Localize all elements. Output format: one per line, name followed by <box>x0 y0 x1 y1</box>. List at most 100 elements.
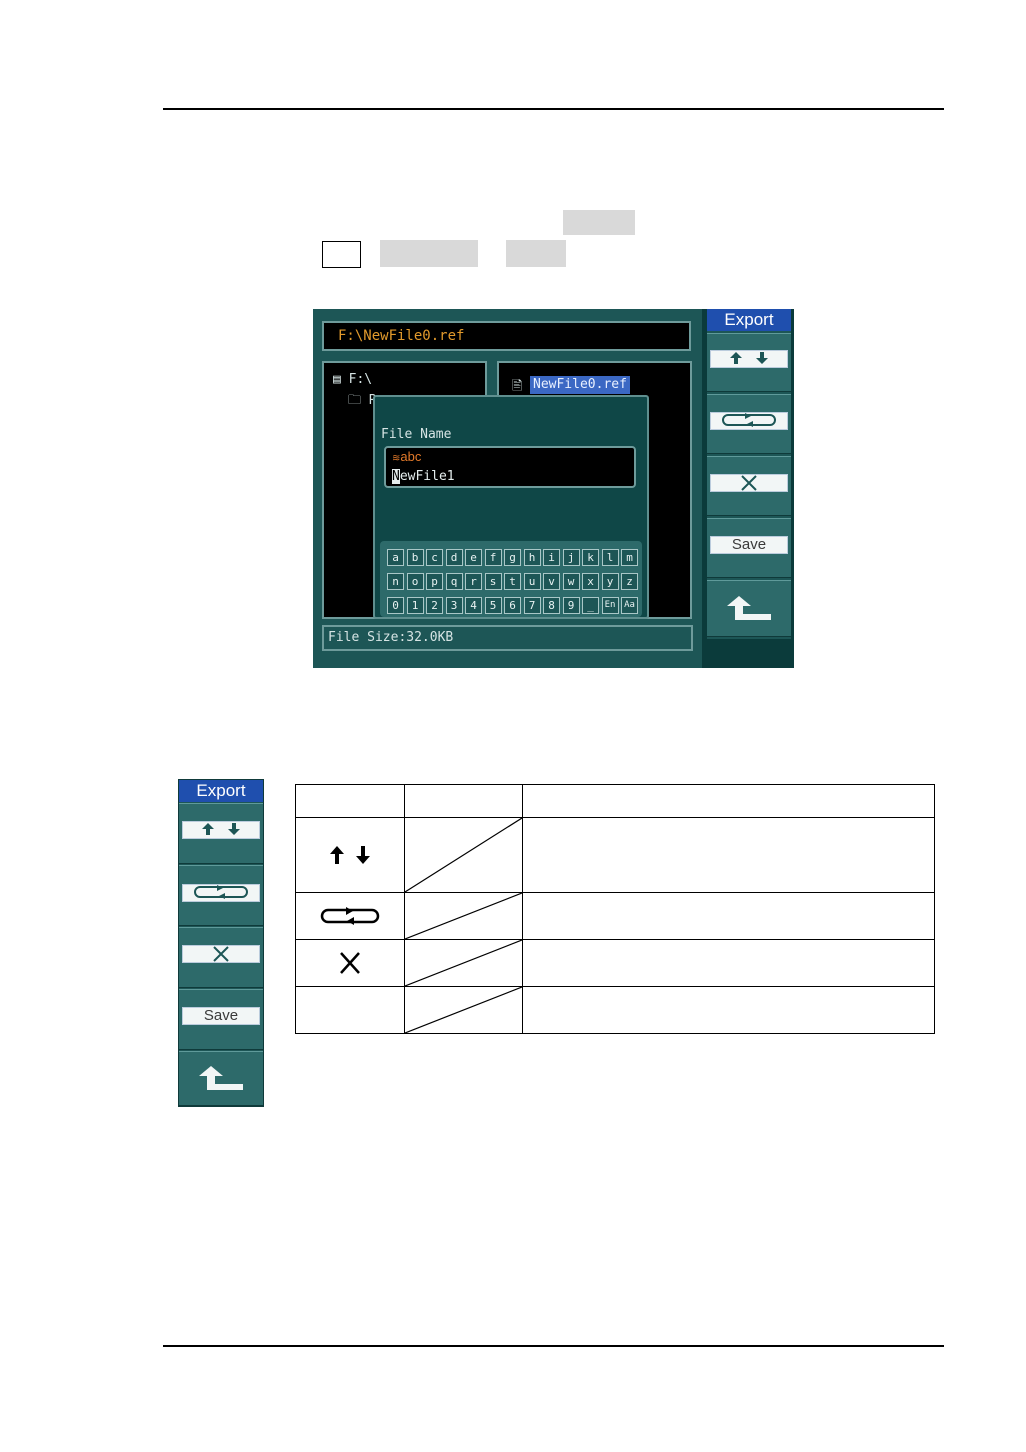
softkey-placeholder-3 <box>506 240 566 267</box>
switch-icon <box>194 885 248 899</box>
table-row <box>295 817 935 893</box>
setting-cell <box>404 939 523 987</box>
keyboard-key[interactable]: 4 <box>465 597 482 614</box>
keyboard-key[interactable]: p <box>426 573 443 590</box>
side-slot-4[interactable]: Save <box>179 989 263 1050</box>
side-save-button[interactable]: Save <box>182 1007 260 1025</box>
comment-cell <box>522 817 935 893</box>
keyboard-key[interactable]: 2 <box>426 597 443 614</box>
header-setting <box>404 784 523 818</box>
keyboard-key[interactable]: k <box>582 549 599 566</box>
keyboard-key[interactable]: z <box>621 573 638 590</box>
option-cell <box>295 817 405 893</box>
keyboard-key[interactable]: y <box>601 573 619 590</box>
keyboard-key[interactable]: e <box>465 549 482 566</box>
keyboard-key[interactable]: s <box>484 573 502 590</box>
keyboard-key[interactable]: d <box>445 549 463 566</box>
diagonal-line <box>405 818 522 892</box>
dialog-title: File Name <box>381 427 452 442</box>
up-down-arrows-icon <box>730 352 768 364</box>
keyboard-key[interactable]: l <box>601 549 619 566</box>
comment-cell <box>522 939 935 987</box>
side-slot-1[interactable] <box>179 803 263 864</box>
up-down-button[interactable] <box>710 350 788 368</box>
keyboard-key[interactable]: t <box>504 573 521 590</box>
keyboard-key[interactable]: 5 <box>484 597 502 614</box>
keyboard-key[interactable]: 3 <box>445 597 463 614</box>
input-mode-indicator: ≋abc <box>392 449 422 464</box>
keyboard-key[interactable]: x <box>582 573 599 590</box>
keyboard-key[interactable]: Aa <box>621 597 638 614</box>
tree-root-label: F:\ <box>348 372 373 387</box>
softkey-placeholder-2 <box>380 240 478 267</box>
footer-rule <box>163 1345 944 1347</box>
keyboard-key[interactable]: w <box>562 573 580 590</box>
switch-button[interactable] <box>710 412 788 430</box>
side-slot-5[interactable] <box>179 1051 263 1106</box>
keyboard-key[interactable]: _ <box>582 597 599 614</box>
keyboard-key[interactable]: m <box>621 549 638 566</box>
delete-button[interactable] <box>710 474 788 492</box>
menu-slot-3[interactable] <box>707 456 791 516</box>
keyboard-key[interactable]: i <box>543 549 560 566</box>
save-button[interactable]: Save <box>710 536 788 554</box>
keyboard-row-1: abcdefghijklm <box>387 549 641 566</box>
option-cell <box>295 986 405 1034</box>
selected-file[interactable]: NewFile0.ref <box>530 376 630 394</box>
path-bar: F:\NewFile0.ref <box>322 321 691 351</box>
table-row <box>295 892 935 940</box>
oscilloscope-screen: F:\NewFile0.ref ▤ F:\ 🗀 R 🖹 NewFile0.ref… <box>313 309 794 668</box>
side-up-down-button[interactable] <box>182 821 260 839</box>
keyboard-key[interactable]: o <box>406 573 424 590</box>
return-arrow-icon[interactable] <box>727 595 771 622</box>
diagonal-line <box>405 893 522 939</box>
diagonal-line <box>405 940 522 986</box>
diagonal-line <box>405 987 522 1033</box>
keyboard-key[interactable]: b <box>406 549 424 566</box>
file-size-bar: File Size:32.0KB <box>322 625 693 651</box>
keyboard-key[interactable]: q <box>445 573 463 590</box>
switch-icon <box>320 907 380 925</box>
setting-cell <box>404 817 523 893</box>
keyboard-key[interactable]: En <box>601 597 619 614</box>
table-row <box>295 986 935 1034</box>
folder-icon: 🗀 <box>348 393 362 408</box>
export-side-menu: Export Save <box>178 779 264 1107</box>
keyboard-key[interactable]: v <box>543 573 560 590</box>
setting-cell <box>404 892 523 940</box>
keyboard-row-3: 0 1 2 3 4 5 6 7 8 9 _ En Aa <box>387 597 641 614</box>
keyboard-key[interactable]: h <box>523 549 541 566</box>
header-option <box>295 784 405 818</box>
side-slot-3[interactable] <box>179 927 263 988</box>
keyboard-key[interactable]: r <box>465 573 482 590</box>
keyboard-key[interactable]: 1 <box>406 597 424 614</box>
option-cell <box>295 892 405 940</box>
side-slot-2[interactable] <box>179 865 263 926</box>
drive-icon: ▤ <box>333 372 341 387</box>
menu-slot-1[interactable] <box>707 333 791 392</box>
menu-slot-5[interactable] <box>707 580 791 637</box>
keyboard-key[interactable]: u <box>523 573 541 590</box>
setting-cell <box>404 986 523 1034</box>
option-cell <box>295 939 405 987</box>
menu-title: Export <box>707 309 791 331</box>
menu-slot-4[interactable]: Save <box>707 518 791 578</box>
keyboard-key[interactable]: j <box>562 549 580 566</box>
keyboard-key[interactable]: c <box>426 549 443 566</box>
keyboard-key[interactable]: g <box>504 549 521 566</box>
tree-root-row[interactable]: ▤ F:\ <box>333 372 372 387</box>
keyboard-key[interactable]: 9 <box>562 597 580 614</box>
side-switch-button[interactable] <box>182 884 260 902</box>
return-arrow-icon[interactable] <box>199 1065 243 1092</box>
export-options-table <box>295 784 935 1034</box>
side-delete-button[interactable] <box>182 945 260 963</box>
keyboard-key[interactable]: 7 <box>523 597 541 614</box>
keyboard-key[interactable]: 0 <box>387 597 404 614</box>
keyboard-key[interactable]: 6 <box>504 597 521 614</box>
keyboard-key[interactable]: f <box>484 549 502 566</box>
keyboard-key[interactable]: n <box>387 573 404 590</box>
keyboard-key[interactable]: a <box>387 549 404 566</box>
keyboard-key[interactable]: 8 <box>543 597 560 614</box>
filename-input[interactable]: ≋abc NewFile1 <box>384 446 636 488</box>
menu-slot-2[interactable] <box>707 394 791 454</box>
